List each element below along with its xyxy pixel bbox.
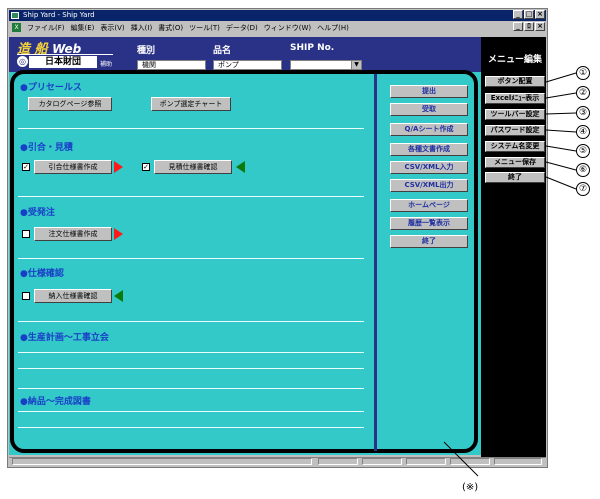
callout-line-1 — [545, 72, 577, 83]
callout-line-2 — [545, 92, 577, 99]
callout-line-3 — [545, 112, 577, 115]
callout-lines — [443, 72, 577, 477]
callout-line-4 — [545, 129, 577, 133]
callout-line-5 — [545, 145, 577, 152]
callout-5: ⑤ — [576, 144, 590, 158]
callout-6: ⑥ — [576, 163, 590, 177]
note-mark: (※) — [462, 482, 479, 493]
callout-7: ⑦ — [576, 182, 590, 196]
callout-line-7 — [545, 176, 577, 190]
callout-4: ④ — [576, 125, 590, 139]
callout-line-6 — [545, 161, 577, 171]
callout-1: ① — [576, 66, 590, 80]
callout-2: ② — [576, 86, 590, 100]
callout-3: ③ — [576, 106, 590, 120]
note-leader-line — [443, 441, 479, 477]
